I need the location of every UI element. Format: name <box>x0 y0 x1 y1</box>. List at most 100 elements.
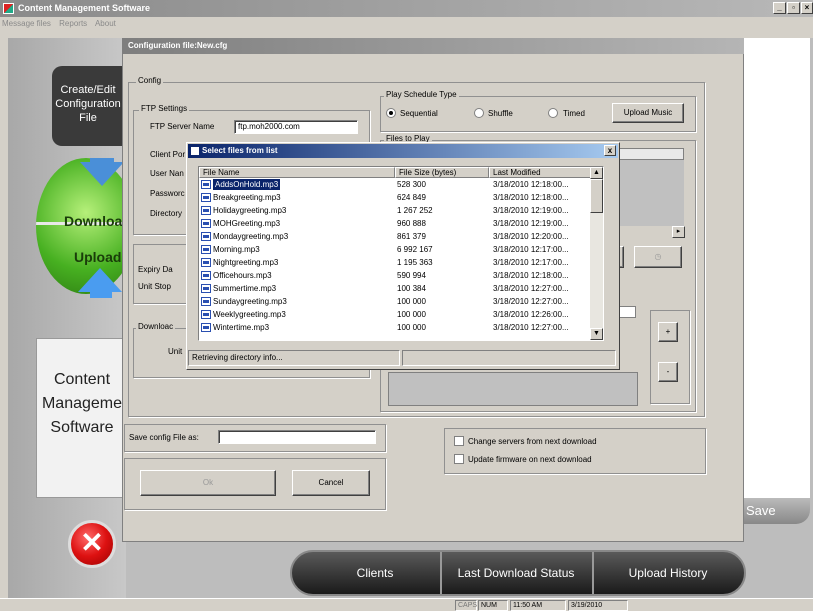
scroll-down-button[interactable]: ▼ <box>590 328 603 340</box>
exit-button[interactable]: ✕ <box>68 520 116 568</box>
close-x-icon: ✕ <box>80 527 104 558</box>
password-label: Passworc <box>150 189 185 198</box>
shuffle-radio[interactable] <box>474 108 484 118</box>
unit-stop-label: Unit Stop <box>138 282 171 291</box>
table-row[interactable]: Nightgreeting.mp3 1 195 363 3/18/2010 12:1… <box>199 257 591 268</box>
last-modified-cell: 3/18/2010 12:18:00... <box>493 180 569 189</box>
download-group-label: Downloac <box>136 322 176 331</box>
timed-radio[interactable] <box>548 108 558 118</box>
file-name-cell: MOHGreeting.mp3 <box>213 219 281 228</box>
file-list-scrollbar[interactable]: ▲ ▼ <box>590 167 603 340</box>
files-list-header <box>612 148 684 160</box>
table-row[interactable]: Officehours.mp3 590 994 3/18/2010 12:18:00… <box>199 270 591 281</box>
table-row[interactable]: Breakgreeting.mp3 624 849 3/18/2010 12:18:… <box>199 192 591 203</box>
content-logo-line-1: Content <box>53 371 111 388</box>
last-modified-cell: 3/18/2010 12:18:00... <box>493 271 569 280</box>
file-name-cell: Officehours.mp3 <box>213 271 272 280</box>
menu-message-files[interactable]: Message files <box>2 19 51 28</box>
dialog-status-panel <box>402 350 616 366</box>
app-icon <box>3 3 14 14</box>
dialog-close-button[interactable]: x <box>604 145 616 156</box>
caps-indicator: CAPS <box>455 600 477 611</box>
clock-icon: ◷ <box>654 252 662 261</box>
file-size-cell: 100 000 <box>397 310 426 319</box>
maximize-button[interactable]: ▫ <box>787 2 800 14</box>
column-header-last-modified[interactable]: Last Modified <box>489 167 591 178</box>
table-row[interactable]: Wintertime.mp3 100 000 3/18/2010 12:27:00.… <box>199 322 591 333</box>
file-name-cell: Weeklygreeting.mp3 <box>213 310 286 319</box>
sequential-radio[interactable] <box>386 108 396 118</box>
dialog-status-text: Retrieving directory info... <box>188 350 400 366</box>
clock-button[interactable]: ◷ <box>634 246 682 268</box>
status-bar <box>0 598 813 611</box>
file-size-cell: 624 849 <box>397 193 426 202</box>
table-row[interactable]: Summertime.mp3 100 384 3/18/2010 12:27:00.… <box>199 283 591 294</box>
scroll-up-button[interactable]: ▲ <box>590 167 603 179</box>
upload-arrow-stem-icon <box>90 290 112 298</box>
upload-button[interactable]: Upload <box>74 249 121 265</box>
table-row[interactable]: MOHGreeting.mp3 960 888 3/18/2010 12:19:00… <box>199 218 591 229</box>
minimize-button[interactable]: _ <box>773 2 786 14</box>
table-row[interactable]: Weeklygreeting.mp3 100 000 3/18/2010 12:26… <box>199 309 591 320</box>
time-indicator: 11:50 AM <box>510 600 566 611</box>
content-logo-line-2: Manageme <box>41 395 123 412</box>
table-row[interactable]: Mondaygreeting.mp3 861 379 3/18/2010 12:20… <box>199 231 591 242</box>
audio-file-icon <box>201 245 211 254</box>
files-list[interactable] <box>612 160 684 226</box>
content-logo-line-3: Software <box>50 419 114 436</box>
table-row[interactable]: Morning.mp3 6 992 167 3/18/2010 12:17:00..… <box>199 244 591 255</box>
nav-separator <box>592 552 594 594</box>
clients-button[interactable]: Clients <box>320 563 430 583</box>
file-name-cell: Holidaygreeting.mp3 <box>213 206 287 215</box>
remove-file-button[interactable]: - <box>658 362 678 382</box>
update-firmware-checkbox[interactable] <box>454 454 464 464</box>
file-size-cell: 590 994 <box>397 271 426 280</box>
config-group-label: Config <box>136 76 164 85</box>
file-list[interactable]: File Name File Size (bytes) Last Modifie… <box>198 166 604 341</box>
cancel-button[interactable]: Cancel <box>292 470 370 496</box>
change-servers-checkbox[interactable] <box>454 436 464 446</box>
ok-button[interactable]: Ok <box>140 470 276 496</box>
file-name-cell: Morning.mp3 <box>213 245 260 254</box>
file-name-cell: Sundaygreeting.mp3 <box>213 297 287 306</box>
scroll-right-button[interactable]: ▸ <box>672 226 685 238</box>
last-modified-cell: 3/18/2010 12:17:00... <box>493 258 569 267</box>
close-button[interactable]: × <box>801 2 813 14</box>
directory-label: Directory <box>150 209 183 218</box>
file-name-cell: Nightgreeting.mp3 <box>213 258 279 267</box>
file-name-cell: Breakgreeting.mp3 <box>213 193 281 202</box>
table-row[interactable]: AddsOnHold.mp3 528 300 3/18/2010 12:18:00.… <box>199 179 591 190</box>
sequential-label: Sequential <box>400 109 438 118</box>
save-config-input[interactable] <box>218 430 376 444</box>
file-size-cell: 100 000 <box>397 297 426 306</box>
download-button[interactable]: Download <box>64 213 131 229</box>
menu-about[interactable]: About <box>95 19 116 28</box>
table-row[interactable]: Holidaygreeting.mp3 1 267 252 3/18/2010 12… <box>199 205 591 216</box>
client-port-label: Client Por <box>150 150 186 159</box>
last-download-status-button[interactable]: Last Download Status <box>446 563 586 583</box>
save-config-label: Save config File as: <box>129 433 199 442</box>
last-modified-cell: 3/18/2010 12:27:00... <box>493 323 569 332</box>
file-size-cell: 1 267 252 <box>397 206 433 215</box>
options-group <box>444 428 706 474</box>
change-servers-label: Change servers from next download <box>468 437 597 446</box>
table-row[interactable]: Sundaygreeting.mp3 100 000 3/18/2010 12:27… <box>199 296 591 307</box>
last-modified-cell: 3/18/2010 12:17:00... <box>493 245 569 254</box>
menu-reports[interactable]: Reports <box>59 19 87 28</box>
ftp-server-label: FTP Server Name <box>150 122 215 131</box>
last-modified-cell: 3/18/2010 12:27:00... <box>493 284 569 293</box>
column-header-file-name[interactable]: File Name <box>199 167 395 178</box>
upload-music-button[interactable]: Upload Music <box>612 103 684 123</box>
column-header-file-size[interactable]: File Size (bytes) <box>395 167 489 178</box>
upload-history-button[interactable]: Upload History <box>598 563 738 583</box>
scroll-thumb[interactable] <box>590 179 603 213</box>
config-window-title: Configuration file:New.cfg <box>122 38 744 54</box>
save-button[interactable]: Save <box>740 498 810 524</box>
file-name-cell: Mondaygreeting.mp3 <box>213 232 289 241</box>
audio-file-icon <box>201 310 211 319</box>
file-size-cell: 6 992 167 <box>397 245 433 254</box>
audio-file-icon <box>201 323 211 332</box>
add-file-button[interactable]: + <box>658 322 678 342</box>
ftp-server-input[interactable]: ftp.moh2000.com <box>234 120 358 134</box>
create-edit-config-button[interactable]: Create/Edit Configuration File <box>52 66 124 146</box>
